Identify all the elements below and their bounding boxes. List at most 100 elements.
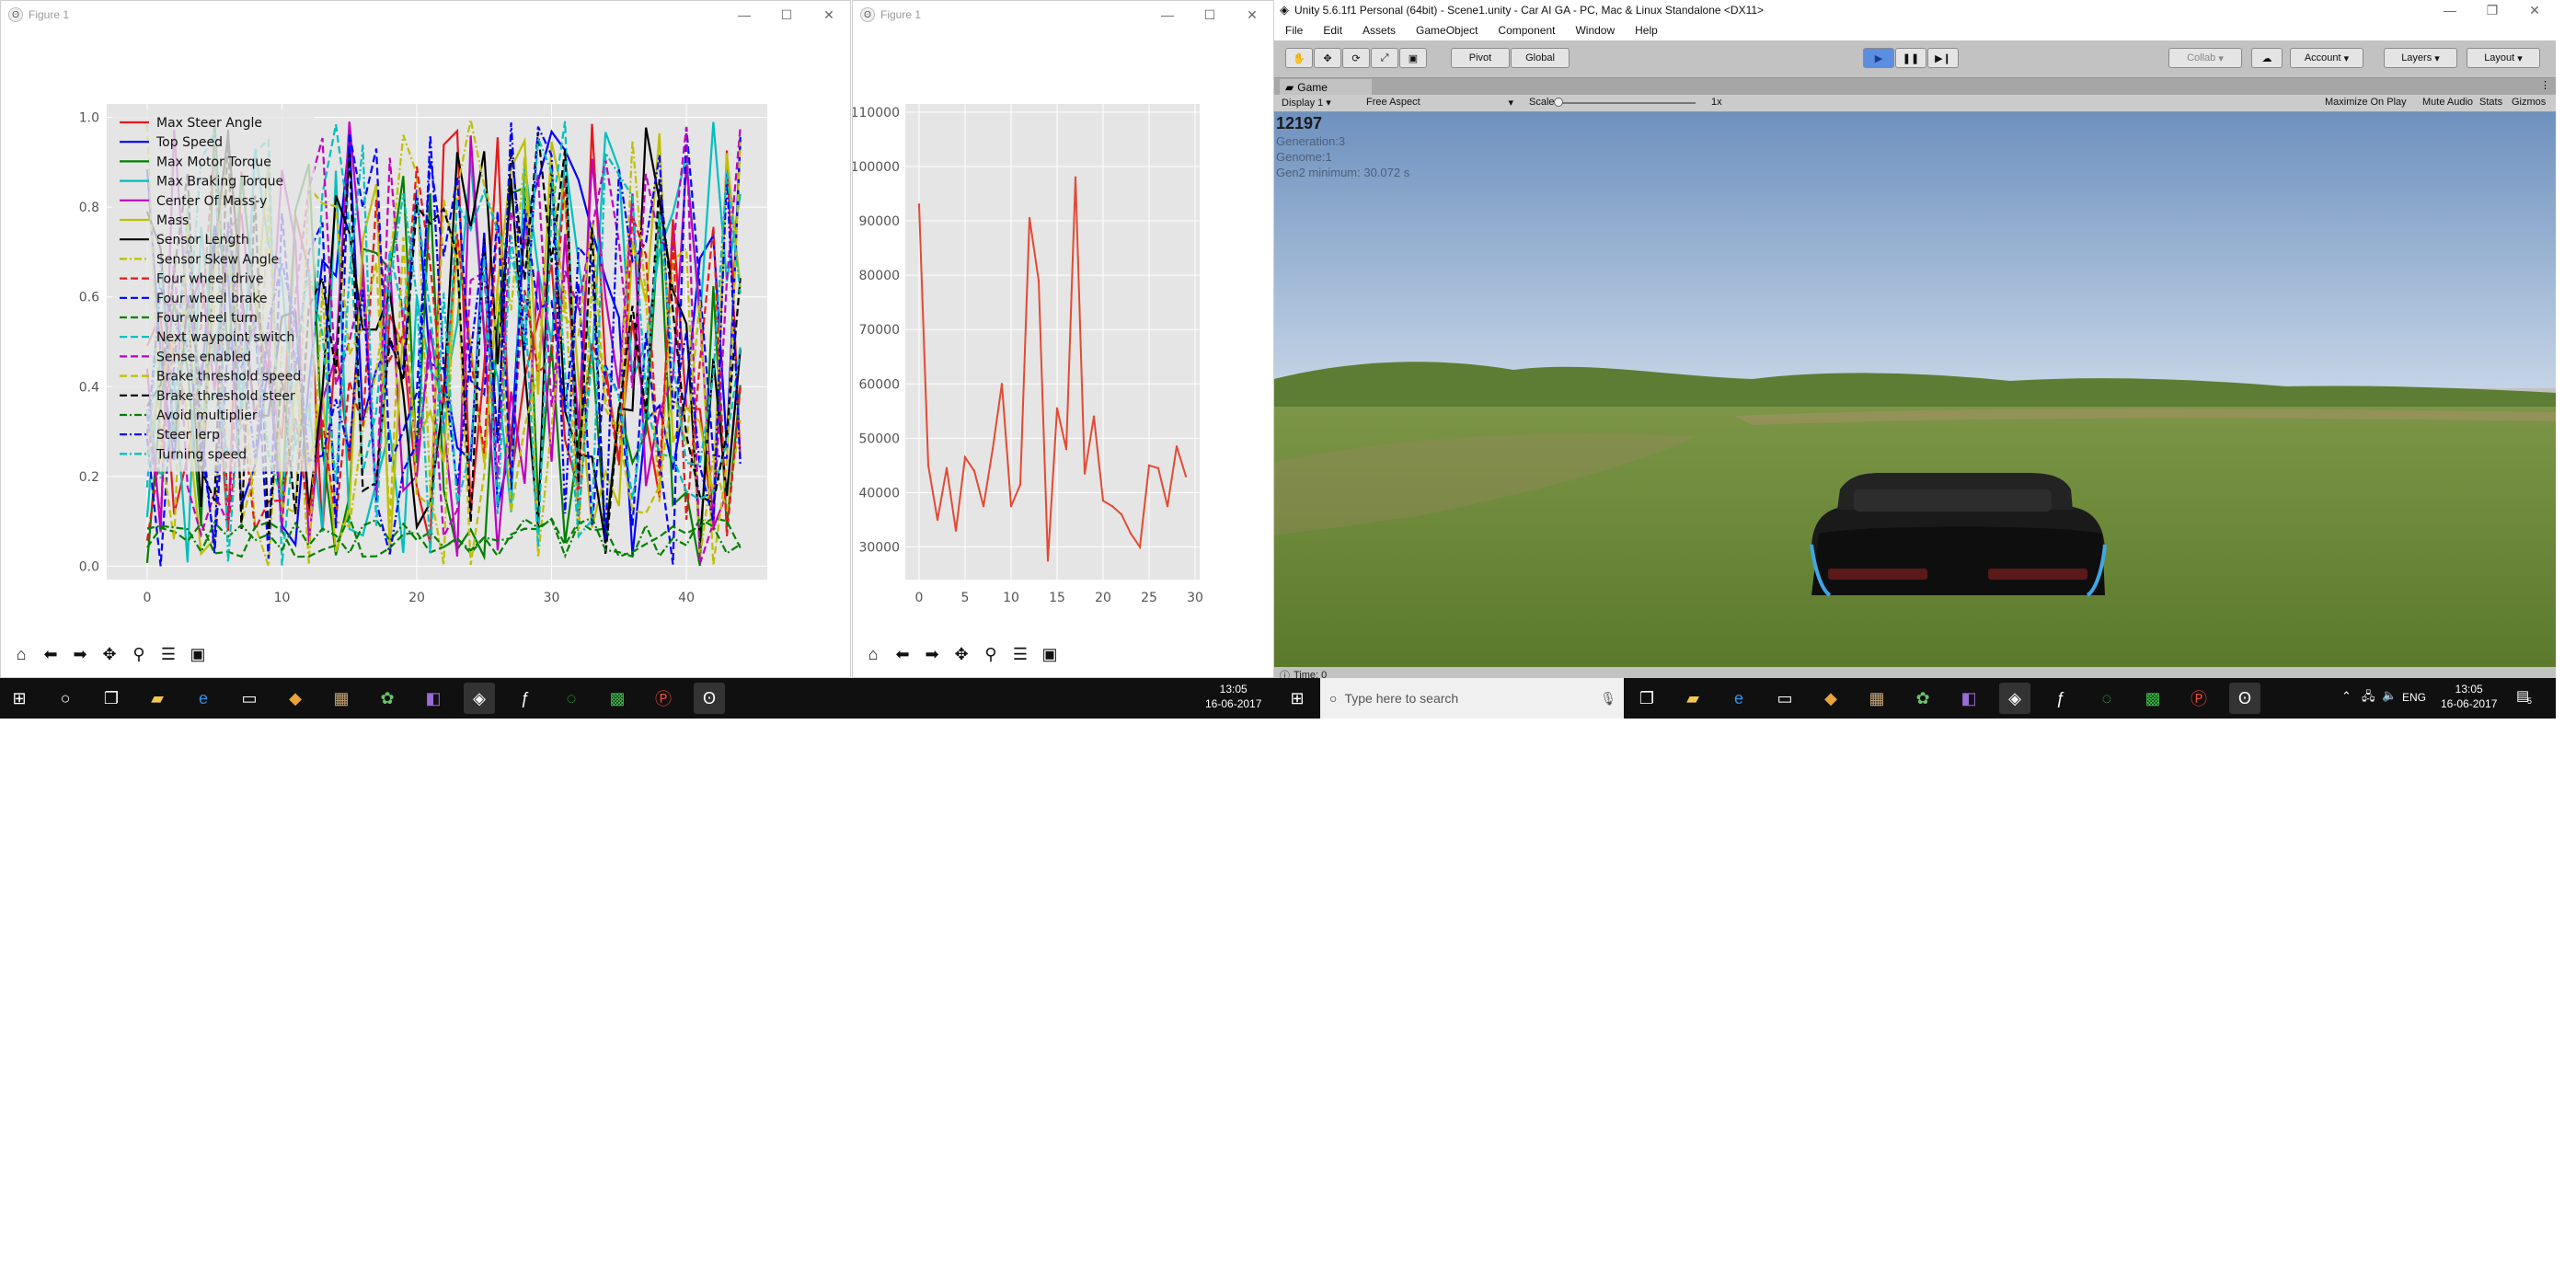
visual-studio-icon[interactable]: ◧ (418, 683, 449, 714)
scale-slider-handle[interactable] (1554, 98, 1563, 107)
minimize-icon[interactable]: — (2429, 0, 2471, 20)
microphone-icon[interactable]: 🎙 (1600, 691, 1616, 707)
app-icon-1[interactable]: ▦ (1861, 683, 1892, 714)
pivot-button[interactable]: Pivot (1451, 48, 1510, 68)
save-icon[interactable]: ▣ (1037, 641, 1063, 667)
papercut-icon[interactable]: Ⓟ (648, 683, 679, 714)
unity-titlebar[interactable]: ◈ Unity 5.6.1f1 Personal (64bit) - Scene… (1274, 0, 2556, 20)
mute-audio-toggle[interactable]: Mute Audio (2422, 97, 2473, 108)
pan-icon[interactable]: ✥ (97, 641, 122, 667)
gitkraken-icon[interactable]: ✿ (1907, 683, 1938, 714)
back-icon[interactable]: ⬅ (38, 641, 63, 667)
zoom-icon[interactable]: ⚲ (978, 641, 1004, 667)
minimize-icon[interactable]: — (1146, 1, 1189, 29)
cloud-icon[interactable]: ☁ (2251, 48, 2283, 68)
save-icon[interactable]: ▣ (185, 641, 211, 667)
clock-right[interactable]: 13:05 16-06-2017 (2441, 682, 2497, 711)
account-button[interactable]: Account ▾ (2290, 48, 2363, 68)
menu-file[interactable]: File (1285, 24, 1303, 37)
visual-studio-icon[interactable]: ◧ (1953, 683, 1984, 714)
matplotlib-taskbar-icon[interactable]: ʘ (2229, 683, 2260, 714)
menu-help[interactable]: Help (1635, 24, 1658, 37)
task-view-icon[interactable]: ❐ (96, 683, 127, 714)
unity-taskbar-icon[interactable]: ◈ (464, 683, 495, 714)
subplots-icon[interactable]: ☰ (155, 641, 181, 667)
scale-tool-icon[interactable]: ⤢ (1371, 48, 1398, 68)
app-icon-1[interactable]: ▦ (326, 683, 357, 714)
maximize-icon[interactable]: ☐ (765, 1, 808, 29)
file-explorer-icon[interactable]: ▰ (1677, 683, 1708, 714)
python-icon[interactable]: ƒ (2045, 683, 2076, 714)
clock-time: 13:05 (1219, 683, 1248, 696)
layers-button[interactable]: Layers ▾ (2384, 48, 2457, 68)
step-button[interactable]: ▶❙ (1927, 48, 1959, 68)
unity-taskbar-icon[interactable]: ◈ (1999, 683, 2030, 714)
gitkraken-icon[interactable]: ✿ (372, 683, 403, 714)
subplots-icon[interactable]: ☰ (1007, 641, 1033, 667)
volume-icon[interactable]: 🔈 (2382, 688, 2397, 703)
task-view-icon[interactable]: ❐ (1631, 683, 1662, 714)
terminal-icon[interactable]: ▭ (234, 683, 265, 714)
matplotlib-taskbar-icon[interactable]: ʘ (694, 683, 725, 714)
game-view[interactable]: 12197 Generation:3 Genome:1 Gen2 minimum… (1274, 112, 2556, 667)
maximize-icon[interactable]: ☐ (1189, 1, 1231, 29)
tab-menu-icon[interactable]: ⋮ (2540, 79, 2550, 91)
close-icon[interactable]: ✕ (808, 1, 850, 29)
network-icon[interactable]: 🖧 (2362, 688, 2375, 708)
refresh-app-icon[interactable]: ◌ (2091, 683, 2122, 714)
menu-component[interactable]: Component (1498, 24, 1555, 37)
refresh-app-icon[interactable]: ◌ (556, 683, 587, 714)
rect-tool-icon[interactable]: ▣ (1399, 48, 1427, 68)
pause-button[interactable]: ❚❚ (1895, 48, 1926, 68)
file-explorer-icon[interactable]: ▰ (142, 683, 173, 714)
collab-button[interactable]: Collab ▾ (2168, 48, 2242, 68)
windows-start-icon[interactable]: ⊞ (4, 683, 35, 714)
close-icon[interactable]: ✕ (2513, 0, 2556, 20)
rotate-tool-icon[interactable]: ⟳ (1342, 48, 1370, 68)
menu-edit[interactable]: Edit (1323, 24, 1342, 37)
game-tab[interactable]: ▰ Game (1280, 79, 1372, 95)
gizmos-dropdown[interactable]: Gizmos (2512, 97, 2546, 108)
back-icon[interactable]: ⬅ (890, 641, 915, 667)
cortana-icon[interactable]: ○ (50, 683, 81, 714)
menu-gameobject[interactable]: GameObject (1416, 24, 1478, 37)
aspect-dropdown[interactable]: Free Aspect ▾ (1366, 97, 1513, 109)
display-dropdown[interactable]: Display 1 ▾ (1282, 97, 1331, 109)
tray-chevron-icon[interactable]: ⌃ (2341, 689, 2352, 704)
figure2-titlebar[interactable]: ʘ Figure 1 — ☐ ✕ (853, 1, 1273, 29)
git-icon[interactable]: ◆ (280, 683, 311, 714)
language-indicator[interactable]: ENG (2402, 691, 2426, 704)
global-button[interactable]: Global (1511, 48, 1570, 68)
forward-icon[interactable]: ➡ (919, 641, 945, 667)
stats-toggle[interactable]: Stats (2479, 97, 2502, 108)
pan-icon[interactable]: ✥ (949, 641, 974, 667)
edge-icon[interactable]: e (188, 683, 219, 714)
windows-start-icon[interactable]: ⊞ (1282, 683, 1313, 714)
menu-assets[interactable]: Assets (1363, 24, 1396, 37)
layout-button[interactable]: Layout ▾ (2467, 48, 2540, 68)
y-tick-label: 0.6 (79, 291, 99, 305)
home-icon[interactable]: ⌂ (8, 641, 34, 667)
move-tool-icon[interactable]: ✥ (1314, 48, 1341, 68)
edge-icon[interactable]: e (1723, 683, 1754, 714)
hand-tool-icon[interactable]: ✋ (1285, 48, 1313, 68)
minimize-icon[interactable]: — (723, 1, 765, 29)
zoom-icon[interactable]: ⚲ (126, 641, 152, 667)
git-icon[interactable]: ◆ (1815, 683, 1846, 714)
search-box[interactable]: ○ Type here to search 🎙 (1320, 678, 1624, 719)
close-icon[interactable]: ✕ (1231, 1, 1273, 29)
python-icon[interactable]: ƒ (510, 683, 541, 714)
home-icon[interactable]: ⌂ (860, 641, 886, 667)
green-app-icon[interactable]: ▩ (602, 683, 633, 714)
play-button[interactable]: ▶ (1863, 48, 1894, 68)
menu-window[interactable]: Window (1575, 24, 1615, 37)
scale-slider[interactable] (1556, 102, 1696, 104)
restore-icon[interactable]: ❐ (2471, 0, 2513, 20)
maximize-on-play-toggle[interactable]: Maximize On Play (2325, 97, 2407, 108)
figure1-titlebar[interactable]: ʘ Figure 1 — ☐ ✕ (1, 1, 850, 29)
terminal-icon[interactable]: ▭ (1769, 683, 1800, 714)
papercut-icon[interactable]: Ⓟ (2183, 683, 2214, 714)
green-app-icon[interactable]: ▩ (2137, 683, 2168, 714)
clock-left[interactable]: 13:05 16-06-2017 (1205, 682, 1261, 711)
forward-icon[interactable]: ➡ (67, 641, 93, 667)
